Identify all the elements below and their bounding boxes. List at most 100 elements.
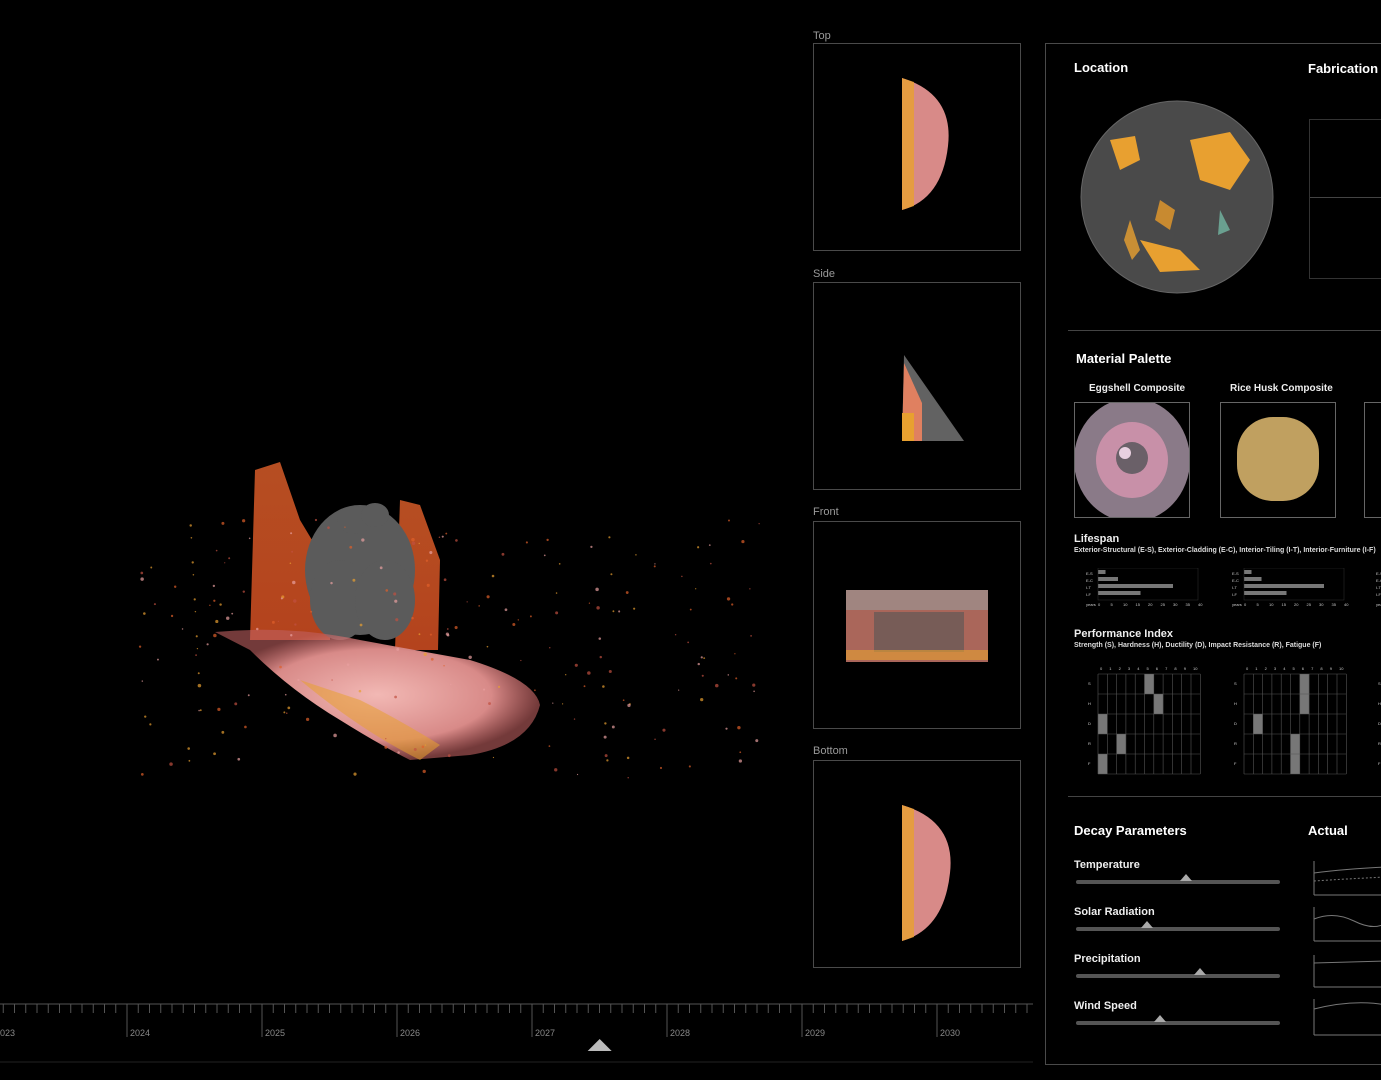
particle [486,595,490,599]
view-label-front: Front [813,506,839,518]
particle [421,745,425,749]
side-view-render [902,355,964,441]
particle [213,752,216,756]
particle [195,635,198,638]
top-view-render [902,78,949,210]
performance-tick: 0 [1246,666,1249,671]
slider-thumb[interactable] [1180,874,1193,881]
lifespan-tick: 5 [1257,602,1260,607]
particle [565,674,567,676]
material-palette-title: Material Palette [1076,351,1172,366]
particle [602,685,605,688]
particle [429,633,432,636]
particle [627,776,629,779]
particle [738,759,743,763]
particle [289,562,292,565]
particle [283,711,286,714]
lifespan-bar [1098,591,1141,595]
view-side[interactable] [813,282,1021,490]
decay-param-label: Temperature [1074,859,1140,871]
lifespan-tick: 25 [1307,602,1312,607]
particle [715,683,719,688]
particle [468,655,472,660]
decay-param-slider[interactable] [1076,974,1280,978]
particle [486,645,489,648]
timeline-ruler[interactable]: 2023 2024 2025 2026 2027 2028 2029 2030 [0,1003,1033,1063]
slider-thumb[interactable] [1153,1015,1166,1022]
performance-cell [1290,754,1300,774]
divider [1068,796,1381,797]
particle [221,521,225,525]
performance-tick: 10 [1339,666,1344,671]
particle [590,545,593,548]
particle [192,573,195,576]
particle [188,759,191,762]
particle [209,604,211,607]
decay-param-slider[interactable] [1076,927,1280,931]
particle [612,610,615,613]
lifespan-tick: 30 [1319,602,1324,607]
timeline-year-label: 2029 [805,1028,825,1038]
particle-cloud [138,462,760,779]
particle [517,619,520,621]
particle [653,565,656,568]
particle [749,588,751,590]
slider-thumb[interactable] [1194,968,1207,975]
particle [622,699,625,702]
lifespan-category-label: E-C [1086,578,1093,583]
particle [221,730,225,734]
particle [292,580,296,585]
particle [608,669,612,674]
slider-thumb[interactable] [1141,921,1154,928]
particle [604,722,607,725]
particle [187,747,191,750]
particle [277,620,280,623]
particle [199,709,202,712]
lifespan-tick: 40 [1198,602,1203,607]
material-swatch-rice-husk[interactable] [1220,402,1336,518]
particle [492,756,495,759]
particle [231,612,234,615]
material-swatch-third[interactable] [1364,402,1381,518]
3d-viewport[interactable] [0,0,800,1000]
performance-title: Performance Index [1074,628,1174,640]
view-label-bottom: Bottom [813,745,848,757]
lifespan-bar [1098,570,1106,574]
particle [393,592,397,596]
particle [520,659,522,662]
particle [735,677,738,680]
performance-tick: 7 [1165,666,1168,671]
timeline-playhead[interactable] [587,1039,612,1051]
particle [385,737,387,740]
particle [330,581,333,585]
particle [285,712,288,714]
timeline-year-label: 2025 [265,1028,285,1038]
view-top[interactable] [813,43,1021,251]
particle [534,689,536,692]
location-globe[interactable] [1080,100,1274,294]
view-bottom[interactable] [813,760,1021,968]
particle [561,703,564,705]
particle [213,599,216,602]
particle [198,709,200,712]
timeline-year-label: 2024 [130,1028,150,1038]
particle [244,725,247,729]
decay-param-slider[interactable] [1076,1021,1280,1025]
lifespan-axis-label: years [1376,602,1381,607]
lifespan-tick: 25 [1161,602,1166,607]
lifespan-tick: 0 [1244,602,1247,607]
performance-cell [1253,714,1263,734]
timeline-year-label: 2027 [535,1028,555,1038]
timeline[interactable]: 2023 2024 2025 2026 2027 2028 2029 2030 [0,1003,1033,1063]
particle [385,589,389,592]
material-swatch-eggshell[interactable] [1074,402,1190,518]
particle [635,554,637,556]
performance-tick: 10 [1193,666,1198,671]
eggshell-sample-image [1075,403,1189,517]
particle [361,538,365,542]
view-front[interactable] [813,521,1021,729]
particle [755,739,759,743]
particle [700,656,703,659]
particle [170,614,174,618]
decay-param-slider[interactable] [1076,880,1280,884]
